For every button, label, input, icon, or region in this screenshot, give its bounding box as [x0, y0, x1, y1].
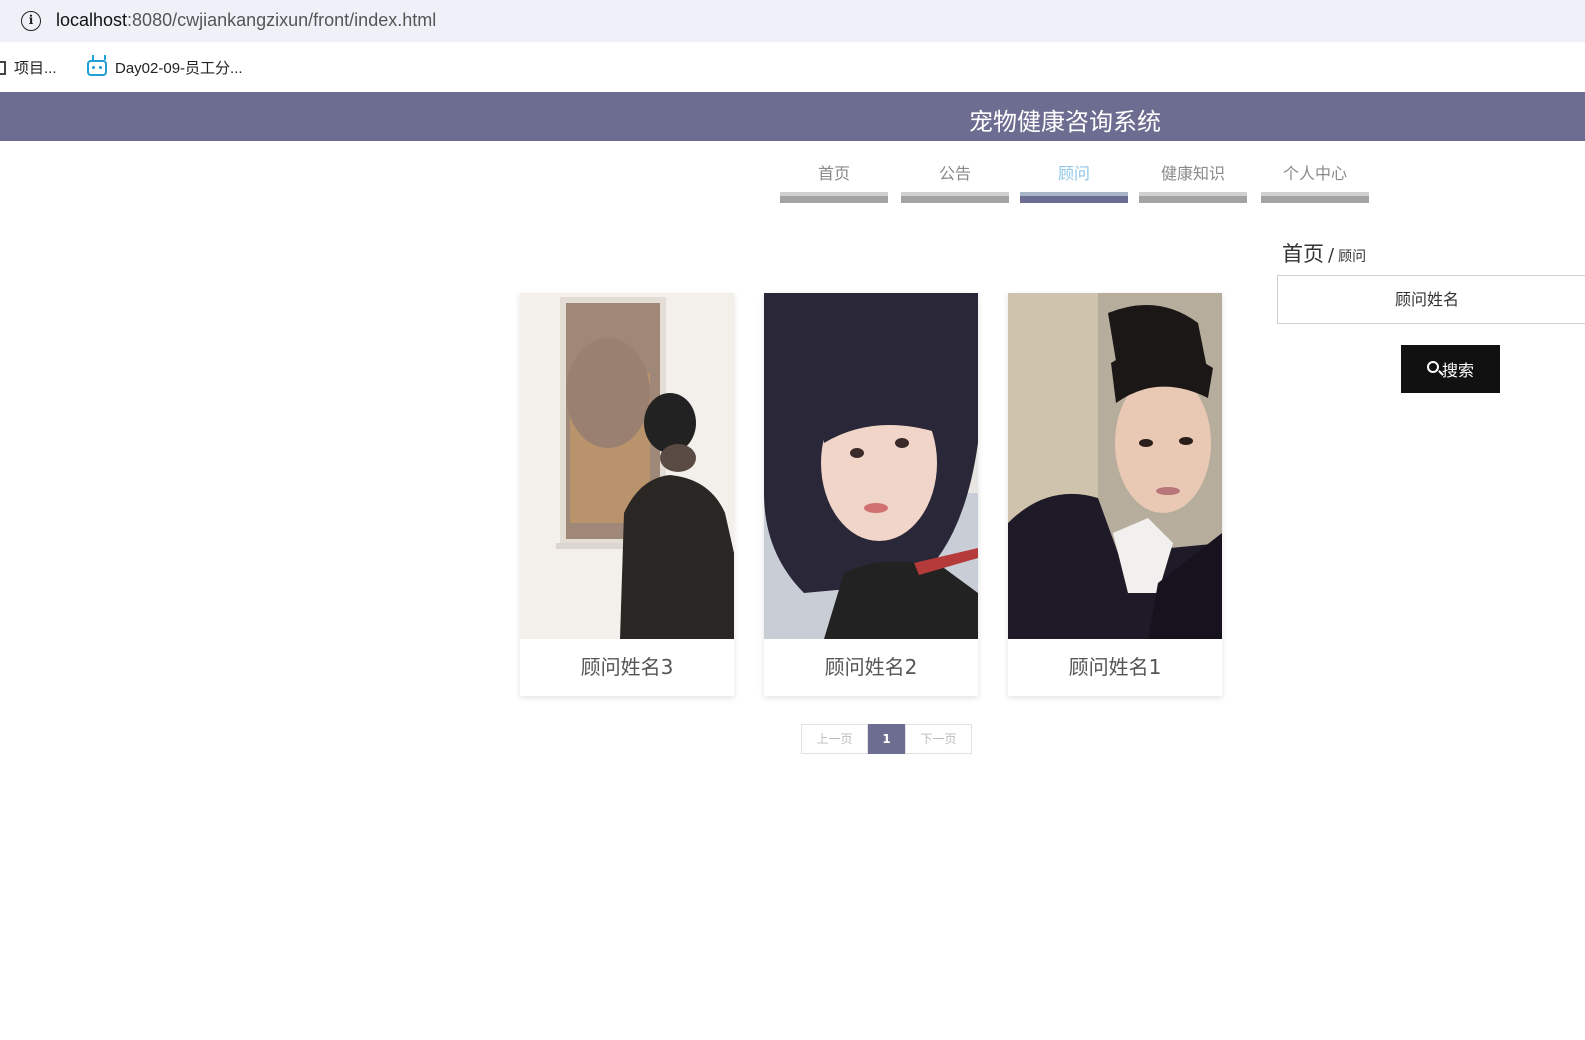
- breadcrumb: 首页 / 顾问: [1282, 238, 1366, 268]
- nav-label: 公告: [938, 164, 971, 183]
- breadcrumb-current: 顾问: [1338, 249, 1367, 265]
- photo-girl-bob-hair: [764, 293, 978, 639]
- nav-underline: [1020, 192, 1128, 203]
- consultant-name-search-input[interactable]: [1277, 275, 1585, 324]
- site-info-icon[interactable]: i: [21, 11, 41, 31]
- bookmarks-bar: 项目... Day02-09-员工分...: [0, 42, 1585, 92]
- nav-underline: [1261, 192, 1369, 203]
- nav-item-personal-center[interactable]: 个人中心: [1261, 160, 1369, 204]
- nav-underline: [1139, 192, 1247, 203]
- consultant-card[interactable]: 顾问姓名2: [764, 293, 978, 696]
- browser-address-bar[interactable]: i localhost:8080/cwjiankangzixun/front/i…: [0, 0, 1585, 42]
- bookmark-projects[interactable]: 项目...: [0, 57, 57, 78]
- page-number-button[interactable]: 1: [868, 724, 905, 754]
- search-button-label: 搜索: [1441, 361, 1474, 380]
- consultant-name: 顾问姓名1: [1068, 655, 1162, 679]
- breadcrumb-home[interactable]: 首页: [1282, 242, 1324, 266]
- nav-item-consultant[interactable]: 顾问: [1020, 160, 1128, 204]
- prev-page-button[interactable]: 上一页: [801, 724, 868, 754]
- search-button[interactable]: 搜索: [1401, 345, 1500, 393]
- consultant-name: 顾问姓名3: [580, 655, 674, 679]
- bookmark-label: Day02-09-员工分...: [115, 60, 243, 77]
- site-title: 宠物健康咨询系统: [969, 108, 1161, 136]
- photo-man-dark-sweater: [1008, 293, 1222, 639]
- consultant-photo: [1008, 293, 1222, 639]
- site-header: 宠物健康咨询系统: [0, 92, 1585, 141]
- pagination: 上一页 1 下一页: [801, 724, 972, 754]
- folder-icon: [0, 60, 6, 75]
- consultant-card[interactable]: 顾问姓名1: [1008, 293, 1222, 696]
- consultant-card[interactable]: 顾问姓名3: [520, 293, 734, 696]
- consultant-photo: [520, 293, 734, 639]
- nav-label: 顾问: [1057, 164, 1090, 183]
- bookmark-day02[interactable]: Day02-09-员工分...: [87, 57, 243, 78]
- bilibili-icon: [87, 59, 107, 76]
- nav-item-health-knowledge[interactable]: 健康知识: [1139, 160, 1247, 204]
- search-icon: [1426, 361, 1439, 373]
- nav-item-notice[interactable]: 公告: [901, 160, 1009, 204]
- consultant-photo: [764, 293, 978, 639]
- next-page-button[interactable]: 下一页: [905, 724, 972, 754]
- nav-item-home[interactable]: 首页: [780, 160, 888, 204]
- photo-gallery-man: [520, 293, 734, 639]
- main-nav: 首页 公告 顾问 健康知识 个人中心: [0, 160, 1585, 210]
- bookmark-label: 项目...: [14, 60, 57, 77]
- nav-label: 健康知识: [1160, 164, 1225, 183]
- nav-label: 个人中心: [1282, 164, 1347, 183]
- url-text[interactable]: localhost:8080/cwjiankangzixun/front/ind…: [56, 10, 436, 31]
- nav-underline: [780, 192, 888, 203]
- nav-label: 首页: [817, 164, 850, 183]
- breadcrumb-separator: /: [1328, 245, 1335, 266]
- nav-underline: [901, 192, 1009, 203]
- consultant-name: 顾问姓名2: [824, 655, 918, 679]
